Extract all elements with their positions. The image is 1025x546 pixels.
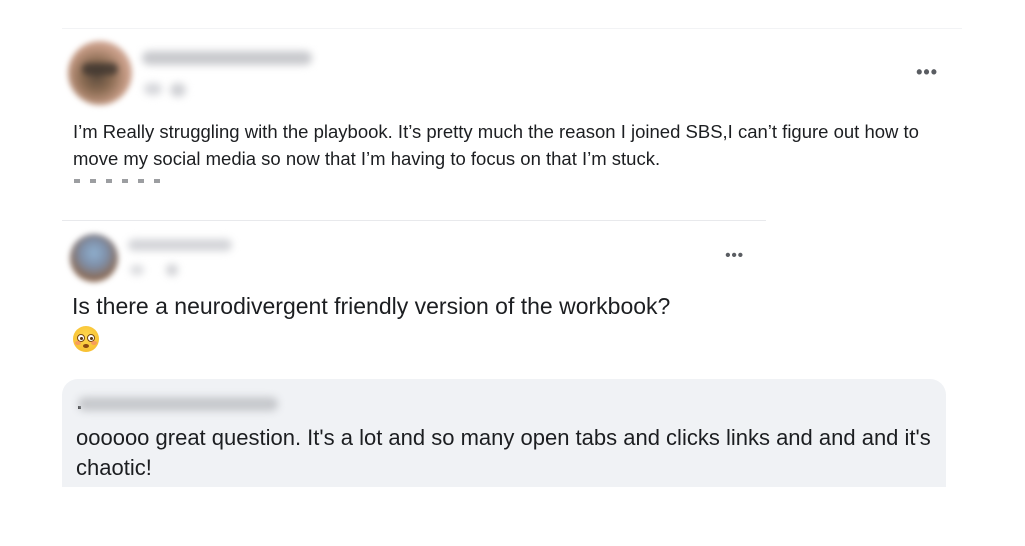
author-avatar[interactable] (68, 41, 132, 105)
post-text: I’m Really struggling with the playbook.… (73, 121, 919, 169)
flushed-face-emoji-icon (73, 326, 99, 352)
emoji-blush (91, 341, 97, 345)
more-options-icon[interactable]: ••• (916, 63, 938, 81)
commenter-name-redacted[interactable] (78, 397, 278, 411)
emoji-mouth (83, 344, 89, 348)
post-card-1: ••• I’m Really struggling with the playb… (62, 28, 962, 189)
avatar-sunglasses (82, 63, 118, 75)
more-options-icon[interactable]: ••• (725, 248, 744, 263)
post-timestamp-redacted[interactable] (130, 265, 144, 275)
privacy-icon (170, 83, 186, 97)
truncated-text-line (74, 179, 164, 183)
comment-bubble: oooooo great question. It's a lot and so… (62, 379, 946, 487)
author-name-redacted[interactable] (128, 239, 232, 251)
privacy-icon (166, 264, 178, 276)
post-timestamp-redacted[interactable] (144, 83, 162, 95)
post-card-2: ••• Is there a neurodivergent friendly v… (62, 220, 766, 371)
emoji-blush (75, 341, 81, 345)
author-avatar[interactable] (70, 234, 118, 282)
post-text: Is there a neurodivergent friendly versi… (72, 293, 671, 319)
comment-text: oooooo great question. It's a lot and so… (76, 425, 931, 480)
author-name-redacted[interactable] (142, 51, 312, 65)
